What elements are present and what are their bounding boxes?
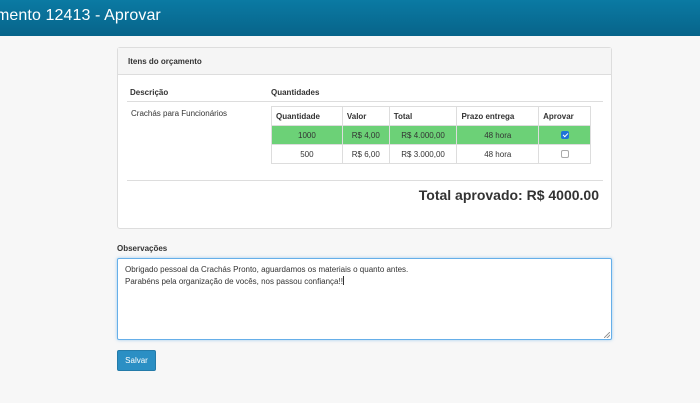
page-title: mento 12413 - Aprovar	[0, 7, 161, 24]
cell-aprovar	[538, 144, 591, 164]
observations-label: Observações	[117, 244, 168, 253]
approve-checkbox-500[interactable]	[560, 150, 569, 159]
quantities-column-header: Quantidades	[271, 88, 320, 97]
table-header-row: Quantidade Valor Total Prazo entrega Apr…	[271, 106, 591, 126]
th-aprovar: Aprovar	[538, 106, 591, 126]
cell-total: R$ 3.000,00	[388, 144, 458, 164]
cell-prazo: 48 hora	[456, 144, 540, 164]
description-column-header: Descrição	[130, 88, 169, 97]
cell-quantidade: 1000	[271, 125, 343, 145]
th-prazo: Prazo entrega	[456, 106, 540, 126]
approve-checkbox-1000[interactable]	[560, 131, 569, 140]
cell-prazo: 48 hora	[456, 125, 540, 145]
approved-total: Total aprovado: R$ 4000.00	[418, 187, 599, 203]
observations-line-2-text: Parabéns pela organização de vocês, nos …	[125, 277, 343, 286]
text-cursor	[342, 276, 344, 285]
cell-total: R$ 4.000,00	[388, 125, 458, 145]
top-header-bar: mento 12413 - Aprovar	[0, 0, 700, 36]
quantities-table: Quantidade Valor Total Prazo entrega Apr…	[271, 106, 591, 164]
resize-grip-icon[interactable]	[604, 332, 610, 338]
cell-quantidade: 500	[271, 144, 343, 164]
table-row: 500 R$ 6,00 R$ 3.000,00 48 hora	[271, 144, 591, 164]
observations-line-2: Parabéns pela organização de vocês, nos …	[125, 276, 604, 288]
cell-valor: R$ 6,00	[341, 144, 390, 164]
cell-valor: R$ 4,00	[341, 125, 390, 145]
observations-line-1: Obrigado pessoal da Crachás Pronto, agua…	[125, 265, 409, 274]
total-divider	[127, 180, 603, 181]
save-button[interactable]: Salvar	[117, 350, 156, 371]
header-divider	[127, 101, 603, 102]
th-total: Total	[388, 106, 458, 126]
table-row: 1000 R$ 4,00 R$ 4.000,00 48 hora	[271, 125, 591, 145]
panel-heading: Itens do orçamento	[118, 48, 611, 75]
budget-items-panel: Itens do orçamento Descrição Quantidades…	[117, 47, 612, 229]
cell-aprovar	[538, 125, 591, 145]
th-quantidade: Quantidade	[271, 106, 343, 126]
th-valor: Valor	[341, 106, 390, 126]
item-description: Crachás para Funcionários	[131, 109, 228, 118]
observations-textarea[interactable]: Obrigado pessoal da Crachás Pronto, agua…	[117, 258, 612, 340]
